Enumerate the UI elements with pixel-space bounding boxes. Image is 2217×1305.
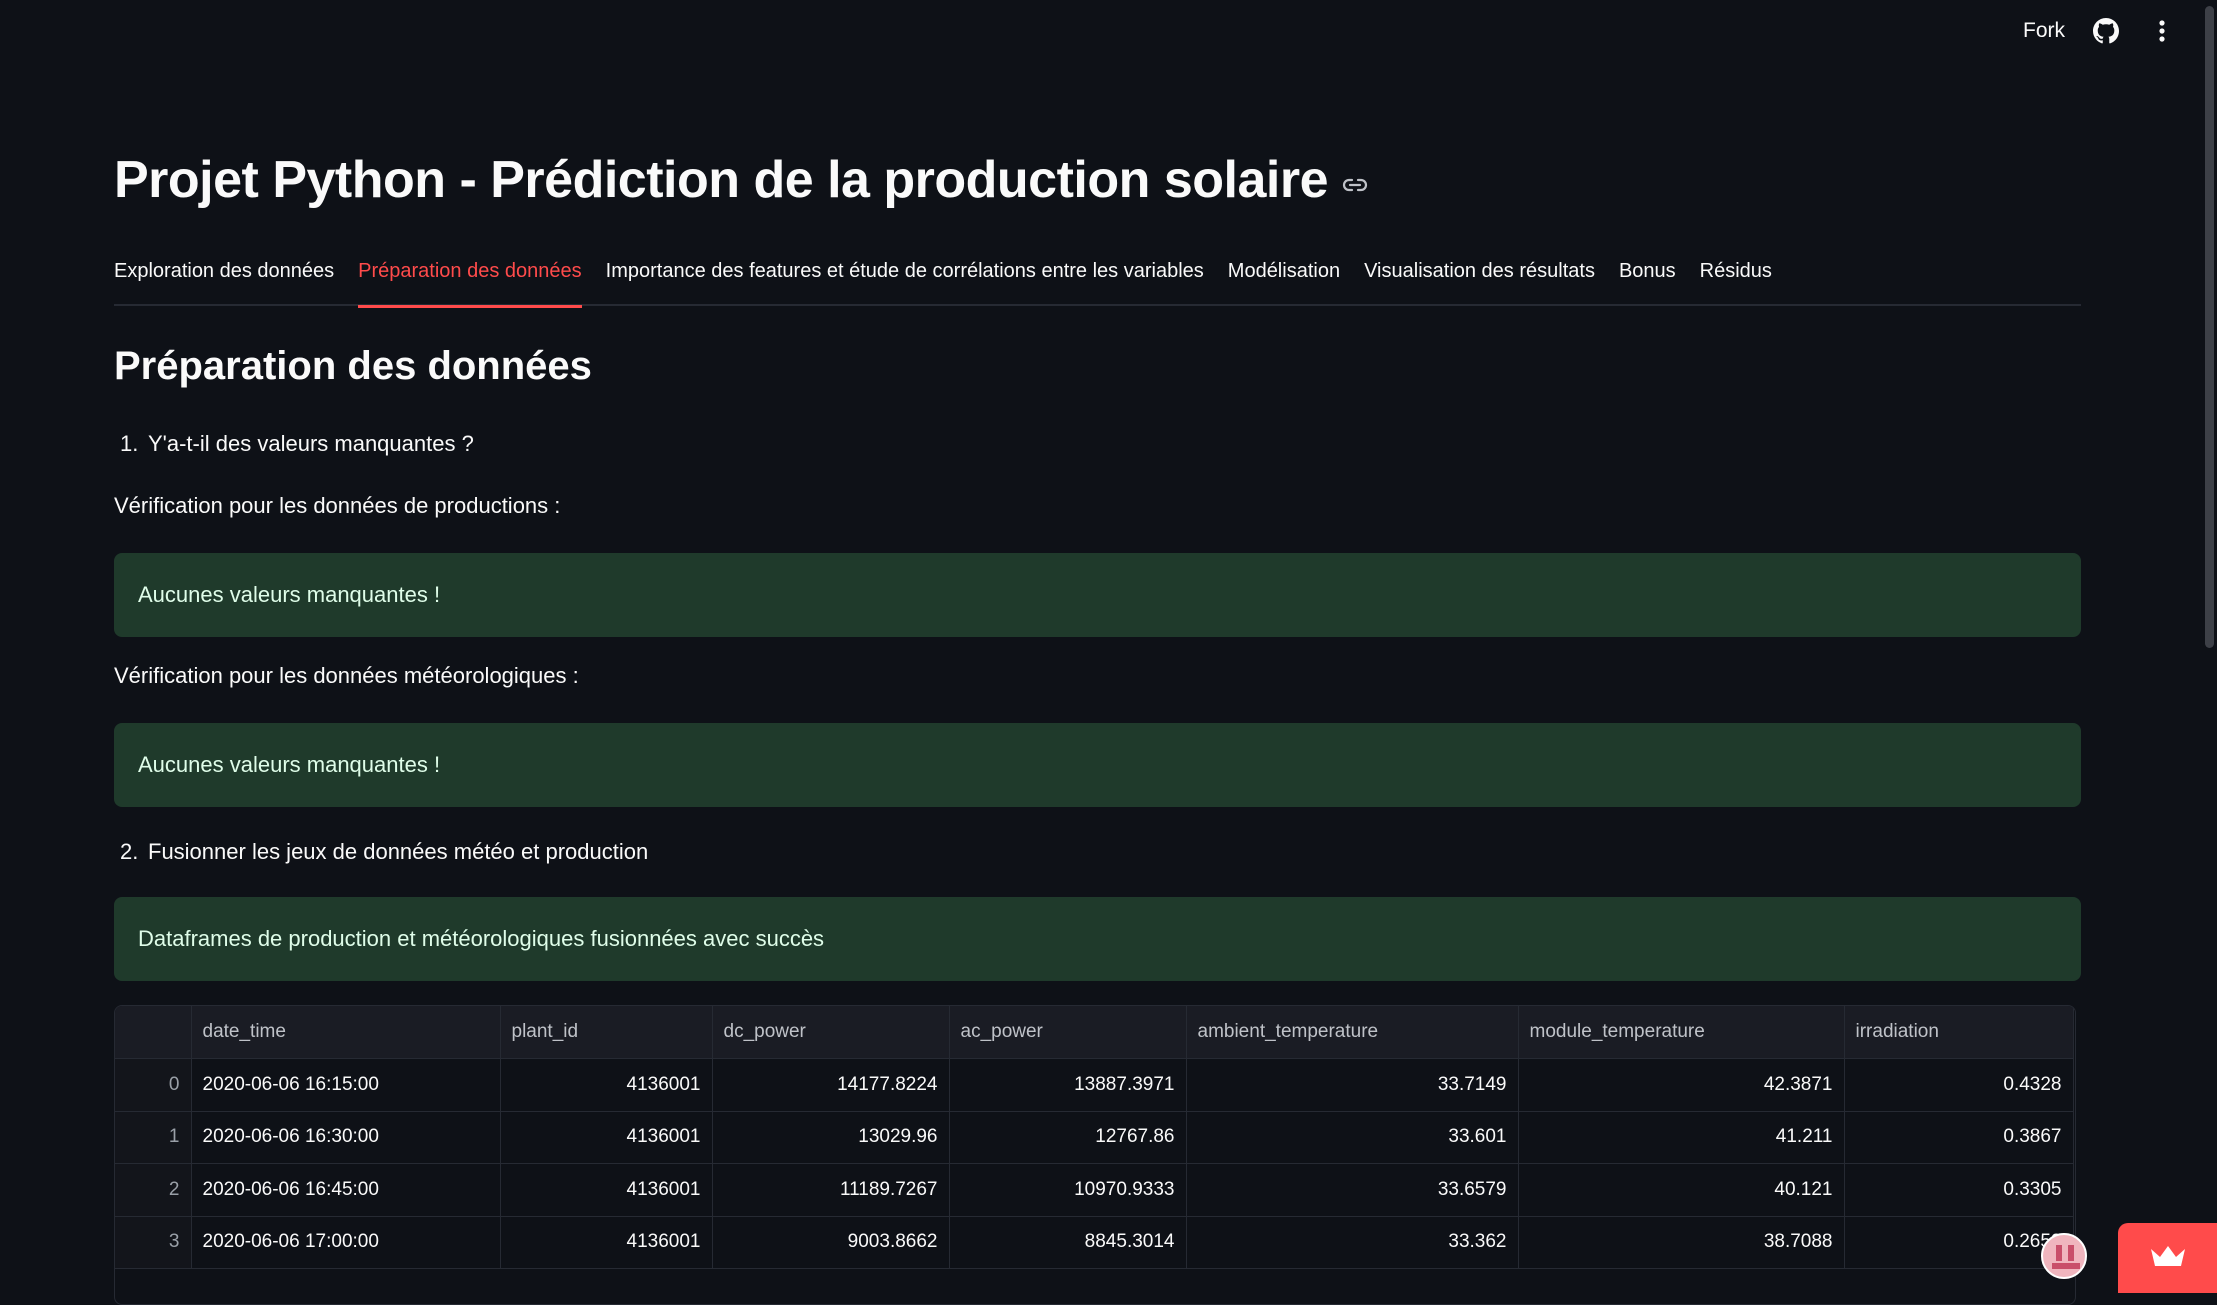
column-header-dc-power[interactable]: dc_power — [712, 1006, 950, 1059]
link-icon[interactable] — [1342, 177, 1368, 193]
tab-bonus[interactable]: Bonus — [1619, 252, 1676, 306]
tab-exploration[interactable]: Exploration des données — [114, 252, 334, 306]
row-index: 2 — [115, 1163, 192, 1217]
cell-irradiation[interactable]: 0.3305 — [1844, 1163, 2074, 1217]
cell-ac-power[interactable]: 10970.9333 — [949, 1163, 1187, 1217]
cell-date-time[interactable]: 2020-06-06 17:00:00 — [191, 1216, 501, 1269]
cell-dc-power[interactable]: 14177.8224 — [712, 1058, 950, 1112]
cell-date-time[interactable]: 2020-06-06 16:45:00 — [191, 1163, 501, 1217]
cell-irradiation[interactable]: 0.4328 — [1844, 1058, 2074, 1112]
step-1-text: Y'a-t-il des valeurs manquantes ? — [148, 431, 474, 456]
cell-module-temperature[interactable]: 41.211 — [1518, 1111, 1845, 1164]
column-header-irradiation[interactable]: irradiation — [1844, 1006, 2074, 1059]
cell-irradiation[interactable]: 0.3867 — [1844, 1111, 2074, 1164]
row-index: 1 — [115, 1111, 192, 1164]
column-header-ambient-temperature[interactable]: ambient_temperature — [1186, 1006, 1519, 1059]
table-row: 3 2020-06-06 17:00:00 4136001 9003.8662 … — [115, 1216, 2074, 1269]
section-title: Préparation des données — [114, 344, 592, 388]
step-2-text: Fusionner les jeux de données météo et p… — [148, 839, 649, 864]
table-row: 2 2020-06-06 16:45:00 4136001 11189.7267… — [115, 1163, 2074, 1217]
tab-preparation[interactable]: Préparation des données — [358, 252, 582, 308]
cell-ac-power[interactable]: 13887.3971 — [949, 1058, 1187, 1112]
row-index: 0 — [115, 1058, 192, 1112]
cell-ambient-temperature[interactable]: 33.601 — [1186, 1111, 1519, 1164]
merged-dataframe[interactable]: date_time plant_id dc_power ac_power amb… — [114, 1005, 2076, 1305]
cell-plant-id[interactable]: 4136001 — [500, 1216, 713, 1269]
cell-dc-power[interactable]: 11189.7267 — [712, 1163, 950, 1217]
step-1: 1. Y'a-t-il des valeurs manquantes ? — [120, 431, 474, 457]
cell-dc-power[interactable]: 9003.8662 — [712, 1216, 950, 1269]
top-toolbar: Fork — [2023, 0, 2177, 62]
tab-modelisation[interactable]: Modélisation — [1228, 252, 1340, 306]
cell-module-temperature[interactable]: 38.7088 — [1518, 1216, 1845, 1269]
column-header-ac-power[interactable]: ac_power — [949, 1006, 1187, 1059]
table-row: 1 2020-06-06 16:30:00 4136001 13029.96 1… — [115, 1111, 2074, 1164]
column-header-plant-id[interactable]: plant_id — [500, 1006, 713, 1059]
avatar[interactable] — [2041, 1233, 2087, 1279]
cell-ac-power[interactable]: 8845.3014 — [949, 1216, 1187, 1269]
table-row: 0 2020-06-06 16:15:00 4136001 14177.8224… — [115, 1058, 2074, 1112]
success-alert-meteo: Aucunes valeurs manquantes ! — [114, 723, 2081, 807]
cell-ambient-temperature[interactable]: 33.362 — [1186, 1216, 1519, 1269]
page-title-text: Projet Python - Prédiction de la product… — [114, 151, 1329, 209]
table-header-row: date_time plant_id dc_power ac_power amb… — [115, 1006, 2074, 1059]
step-1-number: 1. — [120, 431, 139, 456]
tab-bar: Exploration des données Préparation des … — [114, 252, 2081, 308]
tab-visualisation[interactable]: Visualisation des résultats — [1364, 252, 1595, 306]
tab-residus[interactable]: Résidus — [1700, 252, 1772, 306]
check-meteo-text: Vérification pour les données météorolog… — [114, 663, 579, 688]
kebab-menu-icon[interactable] — [2147, 16, 2177, 46]
cell-plant-id[interactable]: 4136001 — [500, 1111, 713, 1164]
hosted-with-streamlit-button[interactable] — [2118, 1223, 2217, 1293]
cell-ambient-temperature[interactable]: 33.7149 — [1186, 1058, 1519, 1112]
row-index: 3 — [115, 1216, 192, 1269]
success-alert-production: Aucunes valeurs manquantes ! — [114, 553, 2081, 637]
crown-icon — [2148, 1243, 2188, 1274]
tab-importance-features[interactable]: Importance des features et étude de corr… — [606, 252, 1204, 306]
check-production-text: Vérification pour les données de product… — [114, 493, 561, 518]
page-title: Projet Python - Prédiction de la product… — [114, 150, 1368, 210]
cell-ac-power[interactable]: 12767.86 — [949, 1111, 1187, 1164]
cell-date-time[interactable]: 2020-06-06 16:30:00 — [191, 1111, 501, 1164]
cell-ambient-temperature[interactable]: 33.6579 — [1186, 1163, 1519, 1217]
step-2-number: 2. — [120, 839, 139, 864]
github-icon[interactable] — [2091, 16, 2121, 46]
cell-dc-power[interactable]: 13029.96 — [712, 1111, 950, 1164]
cell-module-temperature[interactable]: 40.121 — [1518, 1163, 1845, 1217]
fork-button[interactable]: Fork — [2023, 19, 2065, 43]
cell-irradiation[interactable]: 0.2652 — [1844, 1216, 2074, 1269]
cell-plant-id[interactable]: 4136001 — [500, 1058, 713, 1112]
cell-module-temperature[interactable]: 42.3871 — [1518, 1058, 1845, 1112]
success-alert-merge: Dataframes de production et météorologiq… — [114, 897, 2081, 981]
scrollbar-thumb[interactable] — [2205, 6, 2214, 648]
column-header-index[interactable] — [115, 1006, 192, 1059]
step-2: 2. Fusionner les jeux de données météo et… — [120, 839, 648, 865]
cell-date-time[interactable]: 2020-06-06 16:15:00 — [191, 1058, 501, 1112]
cell-plant-id[interactable]: 4136001 — [500, 1163, 713, 1217]
page-scrollbar[interactable] — [2202, 0, 2217, 1293]
column-header-date-time[interactable]: date_time — [191, 1006, 501, 1059]
column-header-module-temperature[interactable]: module_temperature — [1518, 1006, 1845, 1059]
